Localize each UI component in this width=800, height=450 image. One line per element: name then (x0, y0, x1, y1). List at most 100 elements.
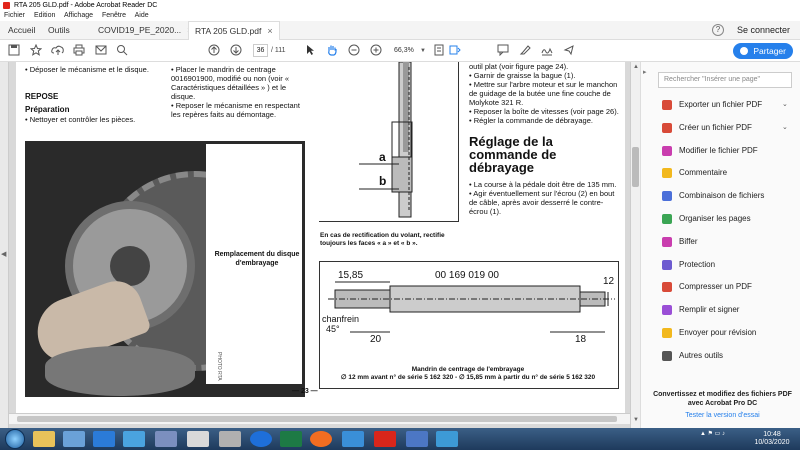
photos-icon[interactable] (187, 431, 209, 447)
send-review-icon[interactable] (563, 44, 575, 58)
tool-icon (662, 305, 672, 316)
print-icon[interactable] (73, 44, 85, 58)
chevron-down-icon[interactable]: ▼ (420, 44, 426, 58)
search-icon[interactable] (116, 44, 128, 58)
dim-18-label: 18 (575, 334, 587, 345)
hand-tool-icon[interactable] (326, 44, 338, 58)
browser-icon[interactable] (436, 431, 458, 447)
left-navigation-pane[interactable]: ◀ (0, 62, 9, 428)
next-page-icon[interactable] (230, 44, 242, 58)
preparation-heading: Préparation (25, 105, 70, 114)
help-icon[interactable]: ? (712, 24, 724, 36)
email-icon[interactable] (95, 44, 107, 58)
expand-left-pane-icon[interactable]: ◀ (1, 250, 6, 258)
internet-explorer-icon[interactable] (93, 431, 115, 447)
comment-icon[interactable] (497, 44, 509, 58)
scroll-down-icon[interactable]: ▼ (633, 417, 639, 423)
tool-icon (662, 168, 672, 179)
mail-icon[interactable] (123, 431, 145, 447)
system-tray[interactable]: ▲ ⚑ ▭ ♪ (700, 430, 725, 437)
bookmark-star-icon[interactable] (30, 44, 42, 58)
tool-icon (662, 259, 672, 270)
tool-label: Exporter un fichier PDF (679, 100, 763, 109)
dim-right-label: 12 (603, 276, 615, 287)
chevron-down-icon[interactable]: ⌄ (782, 98, 788, 112)
menu-edition[interactable]: Edition (34, 12, 55, 19)
menu-bar: Fichier Edition Affichage Fenêtre Aide (0, 11, 800, 21)
flywheel-caption: En cas de rectification du volant, recti… (320, 232, 445, 247)
tab-doc-rta-label: RTA 205 GLD.pdf (195, 26, 262, 36)
share-button[interactable]: Partager (733, 43, 793, 59)
col2-text: • Placer le mandrin de centrage 00169019… (171, 65, 300, 119)
tool-label: Combinaison de fichiers (679, 191, 765, 201)
collapse-pane-icon[interactable]: ▸ (643, 68, 647, 76)
hscroll-thumb[interactable] (17, 416, 617, 422)
upgrade-promo: Convertissez et modifiez des fichiers PD… (650, 390, 795, 420)
tool-label: Créer un fichier PDF (679, 122, 752, 132)
flywheel-section-diagram: a b (319, 62, 459, 222)
page-number-input[interactable]: 36 (253, 44, 268, 57)
chanfrein-label: chanfrein (322, 314, 360, 324)
scroll-up-icon[interactable]: ▲ (633, 64, 639, 70)
menu-fenetre[interactable]: Fenêtre (102, 12, 126, 19)
firefox-icon[interactable] (310, 431, 332, 447)
select-cursor-icon[interactable] (305, 44, 315, 58)
window-title-bar: RTA 205 GLD.pdf - Adobe Acrobat Reader D… (0, 0, 800, 11)
main-toolbar: 36 / 111 66,3% ▼ Partager (0, 40, 800, 62)
tab-tools[interactable]: Outils (48, 21, 70, 40)
chevron-down-icon[interactable]: ⌄ (782, 121, 788, 135)
vertical-scrollbar[interactable]: ▲ ▼ (630, 62, 640, 428)
page-view-icon[interactable] (433, 44, 445, 58)
tool-label: Compresser un PDF (679, 282, 752, 292)
maps-app-icon[interactable] (250, 431, 272, 447)
reglage-heading: Réglage de la commande de débrayage (469, 134, 557, 175)
col1-line: • Déposer le mécanisme et le disque. (25, 65, 149, 74)
word-icon[interactable] (406, 431, 428, 447)
pdf-page: • Déposer le mécanisme et le disque. REP… (16, 62, 625, 414)
camera-icon[interactable] (219, 431, 241, 447)
upload-cloud-icon[interactable] (51, 44, 65, 58)
right-text-top: outil plat (voir figure page 24). • Garn… (469, 62, 619, 125)
tool-icon (662, 100, 672, 110)
tab-doc-covid[interactable]: COVID19_PE_2020...× (98, 21, 192, 40)
tools-search-input[interactable]: Rechercher "Insérer une page" (658, 72, 792, 88)
zoom-out-icon[interactable] (348, 44, 360, 58)
close-icon[interactable]: × (267, 26, 272, 36)
zoom-in-icon[interactable] (370, 44, 382, 58)
tool-icon (662, 214, 672, 224)
menu-fichier[interactable]: Fichier (4, 12, 25, 19)
scrollbar-thumb[interactable] (632, 147, 639, 187)
network-icon[interactable] (155, 431, 177, 447)
save-icon[interactable] (8, 44, 20, 58)
start-button[interactable] (5, 429, 25, 449)
zoom-level-select[interactable]: 66,3% (394, 44, 414, 57)
sign-in-link[interactable]: Se connecter (737, 21, 790, 40)
tab-home[interactable]: Accueil (8, 21, 35, 40)
horizontal-scrollbar[interactable] (9, 413, 630, 424)
acrobat-app-icon (3, 2, 10, 9)
previous-page-icon[interactable] (208, 44, 220, 58)
trial-link[interactable]: Tester la version d'essai (650, 411, 795, 420)
highlight-pen-icon[interactable] (519, 44, 531, 58)
window-title: RTA 205 GLD.pdf - Adobe Acrobat Reader D… (14, 2, 158, 9)
media-library-icon[interactable] (63, 431, 85, 447)
sign-icon[interactable] (541, 44, 553, 58)
file-explorer-icon[interactable] (33, 431, 55, 447)
menu-affichage[interactable]: Affichage (64, 12, 93, 19)
taskbar-clock[interactable]: 10:48 10/03/2020 (752, 431, 792, 447)
excel-icon[interactable] (280, 431, 302, 447)
page-footer-number: — 23 — (292, 388, 318, 395)
repose-heading: REPOSE (25, 92, 59, 101)
menu-aide[interactable]: Aide (135, 12, 149, 19)
mandrel-caption-sub: ∅ 12 mm avant n° de série 5 162 320 - ∅ … (340, 374, 596, 381)
tools-app-icon[interactable] (342, 431, 364, 447)
promo-text: Convertissez et modifiez des fichiers PD… (653, 391, 792, 407)
tab-doc-covid-label: COVID19_PE_2020... (98, 25, 182, 35)
acrobat-taskbar-icon[interactable] (374, 431, 396, 447)
scroll-mode-icon[interactable] (449, 44, 461, 58)
tab-doc-rta[interactable]: RTA 205 GLD.pdf × (188, 21, 280, 40)
tool-icon (662, 145, 672, 156)
tool-icon (662, 122, 672, 133)
tool-icon (662, 236, 672, 247)
tool-label: Biffer (679, 236, 698, 246)
